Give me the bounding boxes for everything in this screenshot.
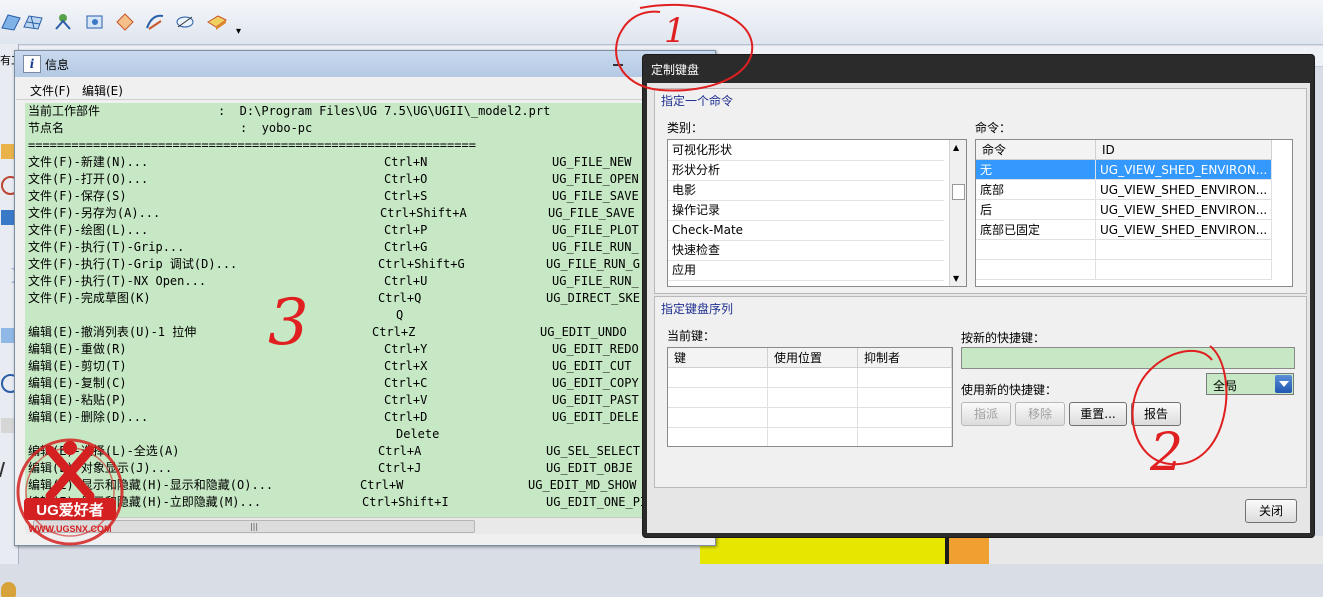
ugsnx-watermark-logo: UG爱好者 WWW.UGSNX.COM <box>16 438 124 546</box>
annotation-overlay: 1 2 3 <box>268 3 1228 483</box>
user-icon[interactable] <box>1 582 16 597</box>
annotation-number-1: 1 <box>664 11 686 51</box>
watermark-url: WWW.UGSNX.COM <box>29 524 112 534</box>
annotation-number-2: 2 <box>1149 423 1183 483</box>
watermark-brand: UG爱好者 <box>36 501 104 519</box>
annotation-number-3: 3 <box>268 286 309 360</box>
